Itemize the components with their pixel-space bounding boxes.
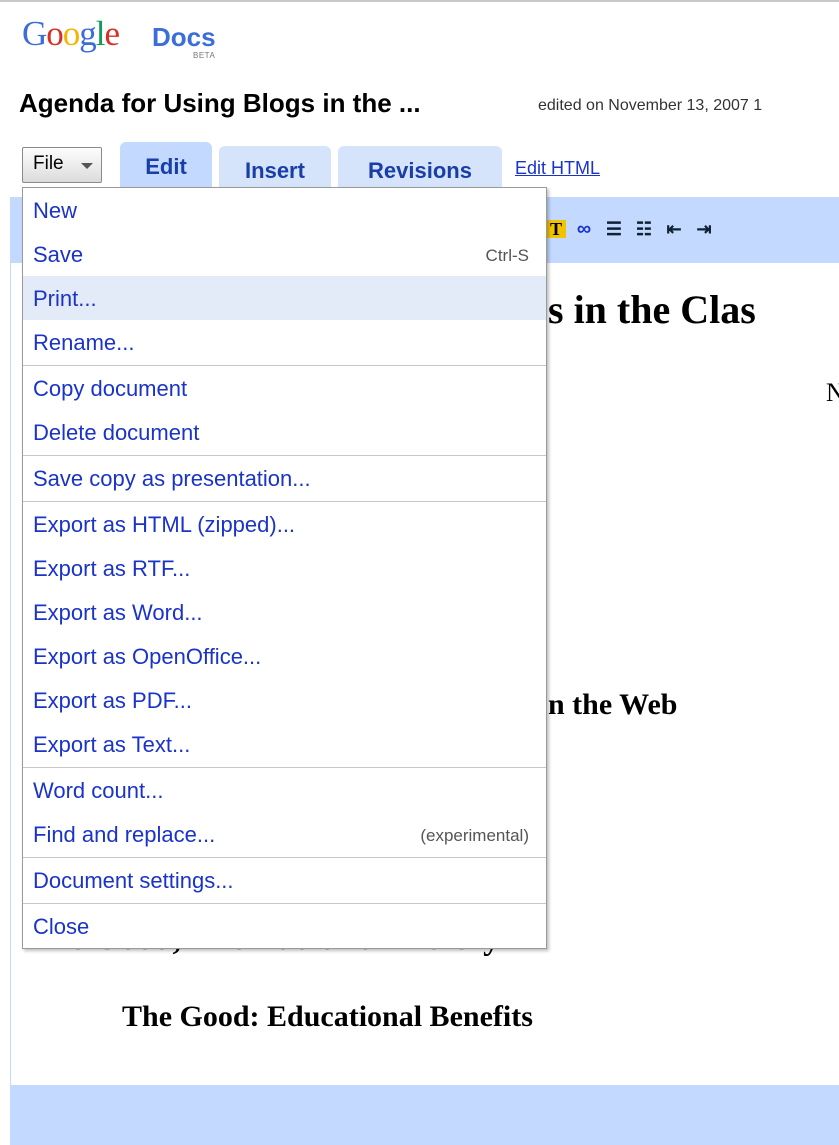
menu-item-label: Rename...	[33, 330, 135, 355]
menu-item-label: Export as Text...	[33, 732, 191, 757]
menu-item-label: Print...	[33, 286, 97, 311]
document-heading: s in the Clas	[548, 287, 756, 332]
file-menu-button[interactable]: File	[22, 147, 102, 183]
edit-html-link[interactable]: Edit HTML	[515, 158, 600, 179]
logo-letter: G	[22, 14, 47, 53]
document-title[interactable]: Agenda for Using Blogs in the ...	[19, 88, 421, 119]
menu-item-find-replace[interactable]: Find and replace... (experimental)	[23, 812, 546, 856]
menu-item-export-html[interactable]: Export as HTML (zipped)...	[23, 502, 546, 546]
toolbar-icons: T ∞ ☰ ☷ ⇤ ⇥	[546, 213, 716, 245]
menu-item-shortcut: (experimental)	[420, 826, 529, 845]
menu-item-label: Copy document	[33, 376, 188, 401]
logo-letter: e	[104, 14, 121, 53]
file-dropdown-menu: New Save Ctrl-S Print... Rename... Copy …	[22, 187, 547, 949]
menu-item-export-openoffice[interactable]: Export as OpenOffice...	[23, 634, 546, 678]
menu-item-save[interactable]: Save Ctrl-S	[23, 232, 546, 276]
menu-item-label: Export as Word...	[33, 600, 203, 625]
menu-item-export-rtf[interactable]: Export as RTF...	[23, 546, 546, 590]
menu-item-copy-document[interactable]: Copy document	[23, 366, 546, 410]
menu-item-delete-document[interactable]: Delete document	[23, 410, 546, 454]
menu-item-export-word[interactable]: Export as Word...	[23, 590, 546, 634]
menu-item-new[interactable]: New	[23, 188, 546, 232]
menu-item-label: Close	[33, 914, 90, 939]
document-subheading: n the Web	[548, 688, 678, 721]
menu-item-rename[interactable]: Rename...	[23, 320, 546, 364]
menu-item-label: Delete document	[33, 420, 200, 445]
menu-item-label: Export as PDF...	[33, 688, 192, 713]
text-color-icon[interactable]: T	[546, 219, 566, 239]
logo-docs-text: Docs	[152, 22, 216, 52]
document-text-fragment: N	[826, 378, 839, 407]
menu-item-label: Export as OpenOffice...	[33, 644, 262, 669]
menu-item-label: Document settings...	[33, 868, 234, 893]
chevron-down-icon	[81, 163, 93, 169]
bulleted-list-icon[interactable]: ☷	[632, 217, 656, 241]
menu-item-shortcut: Ctrl-S	[485, 246, 529, 265]
menu-item-close[interactable]: Close	[23, 904, 546, 948]
outdent-icon[interactable]: ⇤	[662, 217, 686, 241]
menu-item-label: Save	[33, 242, 84, 267]
logo-letter: o	[46, 14, 63, 53]
menu-item-save-as-presentation[interactable]: Save copy as presentation...	[23, 456, 546, 500]
logo-letter: o	[62, 14, 80, 53]
menu-item-label: Export as HTML (zipped)...	[33, 512, 296, 537]
menu-item-label: Word count...	[33, 778, 164, 803]
menu-item-word-count[interactable]: Word count...	[23, 768, 546, 812]
window-top-border	[0, 0, 839, 2]
link-icon[interactable]: ∞	[572, 217, 596, 241]
status-bar	[10, 1085, 839, 1145]
menu-item-export-text[interactable]: Export as Text...	[23, 722, 546, 766]
menu-item-label: Export as RTF...	[33, 556, 191, 581]
logo-beta-label: BETA	[193, 51, 216, 60]
menu-item-label: Save copy as presentation...	[33, 466, 311, 491]
file-menu-label: File	[33, 153, 64, 174]
logo-google-text: Google	[22, 14, 121, 54]
logo-letter: l	[95, 14, 106, 53]
logo-letter: g	[79, 14, 96, 53]
menu-item-document-settings[interactable]: Document settings...	[23, 858, 546, 902]
document-good-heading: The Good: Educational Benefits	[122, 1000, 533, 1033]
menu-item-label: New	[33, 198, 78, 223]
menu-item-print[interactable]: Print...	[23, 276, 546, 320]
indent-icon[interactable]: ⇥	[692, 217, 716, 241]
last-edited-status: edited on November 13, 2007 1	[538, 97, 763, 114]
numbered-list-icon[interactable]: ☰	[602, 217, 626, 241]
menu-item-export-pdf[interactable]: Export as PDF...	[23, 678, 546, 722]
menu-item-label: Find and replace...	[33, 822, 216, 847]
